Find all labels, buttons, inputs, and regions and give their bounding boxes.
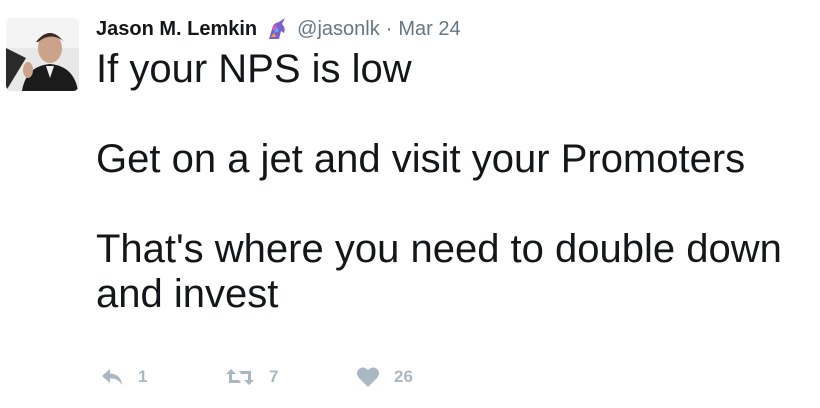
tweet: Jason M. Lemkin @jasonlk · Mar 24 If you… xyxy=(0,0,820,408)
reply-count: 1 xyxy=(138,367,148,386)
reply-icon xyxy=(100,367,124,387)
heart-icon xyxy=(356,366,380,388)
header-separator: · xyxy=(385,17,393,40)
user-handle[interactable]: @jasonlk xyxy=(297,18,380,41)
unicorn-icon xyxy=(265,17,289,41)
user-name[interactable]: Jason M. Lemkin xyxy=(96,18,257,41)
tweet-text: If your NPS is low Get on a jet and visi… xyxy=(96,47,782,316)
avatar[interactable] xyxy=(6,18,79,91)
reply-button[interactable]: 1 xyxy=(100,367,225,387)
tweet-header: Jason M. Lemkin @jasonlk · Mar 24 xyxy=(96,14,461,44)
retweet-button[interactable]: 7 xyxy=(225,367,356,387)
like-count: 26 xyxy=(394,367,413,386)
like-button[interactable]: 26 xyxy=(356,366,413,388)
tweet-actions: 1 7 26 xyxy=(100,362,413,392)
tweet-date[interactable]: Mar 24 xyxy=(398,18,460,41)
retweet-count: 7 xyxy=(269,367,279,386)
retweet-icon xyxy=(225,367,255,387)
